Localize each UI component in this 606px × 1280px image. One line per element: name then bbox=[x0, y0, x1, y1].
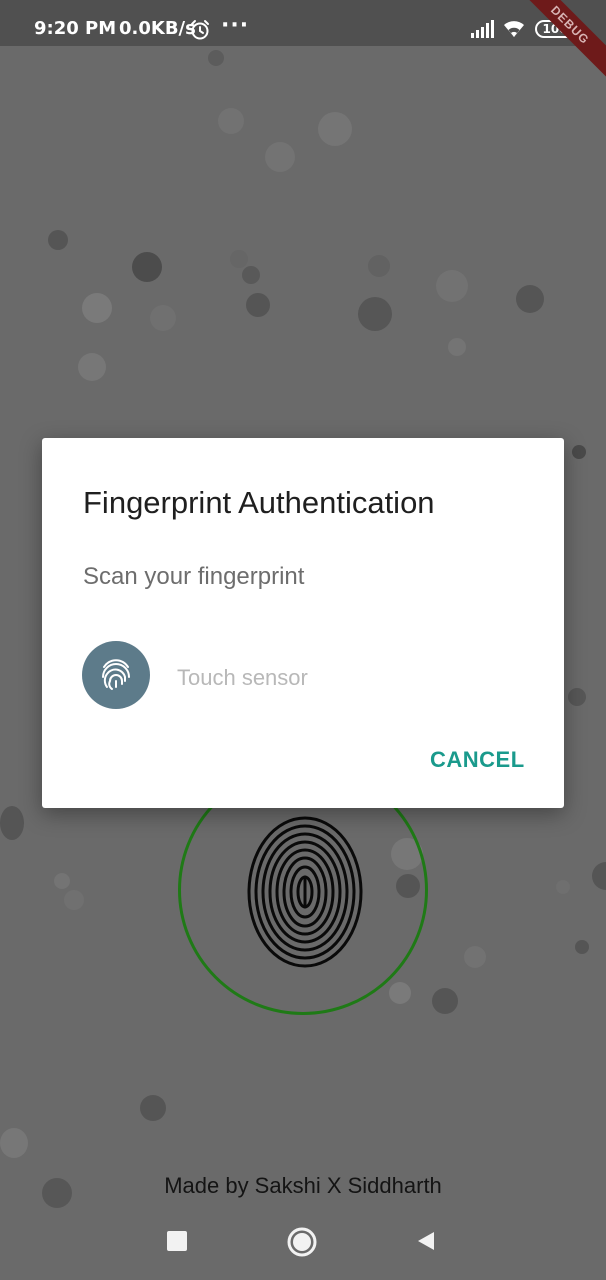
footer-credit: Made by Sakshi X Siddharth bbox=[164, 1173, 442, 1198]
back-icon[interactable] bbox=[414, 1229, 438, 1253]
bubble bbox=[48, 230, 68, 250]
cancel-button[interactable]: CANCEL bbox=[430, 746, 525, 774]
bubble bbox=[132, 252, 162, 282]
recent-apps-icon[interactable] bbox=[167, 1231, 187, 1251]
bubble bbox=[78, 353, 106, 381]
status-bar: 9:20 PM 0.0KB/s ··· 100 bbox=[0, 0, 606, 46]
bubble bbox=[516, 285, 544, 313]
home-icon[interactable] bbox=[287, 1227, 317, 1257]
bubble bbox=[230, 250, 248, 268]
bubble bbox=[436, 270, 468, 302]
sensor-hint: Touch sensor bbox=[177, 665, 308, 690]
navigation-bar bbox=[0, 1210, 606, 1280]
fingerprint-badge bbox=[82, 641, 150, 709]
fingerprint-dialog: Fingerprint Authentication Scan your fin… bbox=[42, 438, 564, 808]
bubble bbox=[464, 946, 486, 968]
bubble bbox=[572, 445, 586, 459]
alarm-icon bbox=[191, 20, 209, 40]
bubble bbox=[54, 873, 70, 889]
bubble bbox=[432, 988, 458, 1014]
bubble bbox=[358, 297, 392, 331]
bubble bbox=[208, 50, 224, 66]
bubble bbox=[265, 142, 295, 172]
bubble bbox=[575, 940, 589, 954]
bubble bbox=[140, 1095, 166, 1121]
bubble bbox=[318, 112, 352, 146]
dialog-subtitle: Scan your fingerprint bbox=[83, 563, 305, 590]
fingerprint-icon bbox=[102, 659, 130, 690]
bubble bbox=[389, 982, 411, 1004]
bubble bbox=[448, 338, 466, 356]
dialog-title: Fingerprint Authentication bbox=[83, 485, 435, 520]
bubble bbox=[218, 108, 244, 134]
bubble bbox=[0, 1128, 28, 1158]
wifi-icon bbox=[504, 21, 524, 37]
bubble bbox=[64, 890, 84, 910]
bubble bbox=[556, 880, 570, 894]
more-notifications-icon: ··· bbox=[221, 13, 250, 38]
status-time: 9:20 PM bbox=[34, 18, 117, 39]
bubble bbox=[0, 806, 24, 840]
bubble bbox=[242, 266, 260, 284]
bubble bbox=[150, 305, 176, 331]
signal-icon bbox=[471, 20, 494, 38]
network-speed: 0.0KB/s bbox=[119, 18, 196, 39]
fingerprint-icon[interactable] bbox=[235, 807, 375, 972]
bubble bbox=[82, 293, 112, 323]
bubble bbox=[246, 293, 270, 317]
bubble bbox=[568, 688, 586, 706]
bubble bbox=[368, 255, 390, 277]
bubble bbox=[592, 862, 606, 890]
